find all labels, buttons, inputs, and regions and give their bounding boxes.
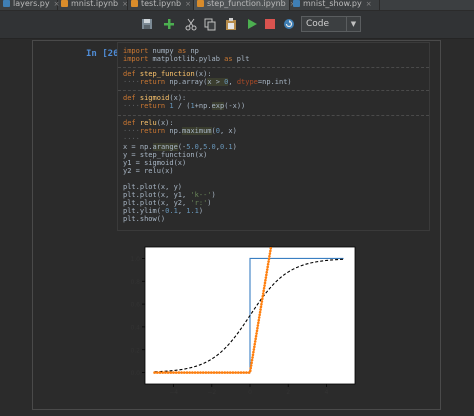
code-line: x = np.arange(-5.0,5.0,0.1) bbox=[123, 143, 237, 151]
editor-tab-bar: layers.py × mnist.ipynb × test.ipynb × step… bbox=[0, 0, 474, 11]
save-icon bbox=[142, 19, 152, 29]
code-line: def sigmoid(x): bbox=[123, 94, 187, 102]
save-button[interactable] bbox=[140, 17, 154, 31]
x-tick-label: 4 bbox=[324, 389, 328, 396]
notebook-file-icon bbox=[197, 0, 204, 7]
copy-icon bbox=[204, 18, 216, 31]
tab-label: mnist_show.py bbox=[303, 0, 362, 8]
notebook-file-icon bbox=[61, 0, 68, 7]
code-line: plt.ylim(-0.1, 1.1) bbox=[123, 207, 204, 215]
x-tick-label: 0 bbox=[248, 389, 252, 396]
tab-mnist-show-py[interactable]: mnist_show.py × bbox=[290, 0, 380, 10]
chevron-down-icon[interactable]: ▼ bbox=[346, 17, 360, 31]
y-tick-label: 0.8 bbox=[130, 279, 140, 286]
cut-icon bbox=[185, 18, 197, 31]
code-editor[interactable]: import numpy as np import matplotlib.pyl… bbox=[117, 42, 430, 231]
tab-layers-py[interactable]: layers.py × bbox=[0, 0, 59, 10]
code-line: ···· bbox=[123, 135, 140, 143]
add-cell-icon bbox=[164, 19, 174, 29]
y-tick-label: 0.6 bbox=[130, 302, 140, 309]
restart-icon bbox=[284, 19, 294, 29]
copy-button[interactable] bbox=[203, 17, 217, 31]
add-cell-button[interactable] bbox=[162, 17, 176, 31]
output-plot: 0.0 0.2 0.4 0.6 0.8 1.0 −4 −2 0 2 4 bbox=[125, 244, 365, 404]
code-line: y = step_function(x) bbox=[123, 151, 208, 159]
code-line: plt.plot(x, y2, 'r:') bbox=[123, 199, 212, 207]
tab-label: step_function.ipynb bbox=[207, 0, 286, 8]
y-tick-label: 0.2 bbox=[130, 347, 140, 354]
restart-kernel-button[interactable] bbox=[282, 17, 296, 31]
code-separator bbox=[118, 90, 429, 91]
x-tick-label: 2 bbox=[286, 389, 290, 396]
cell-type-value: Code bbox=[306, 19, 330, 29]
stop-kernel-button[interactable] bbox=[263, 17, 277, 31]
run-cell-button[interactable] bbox=[245, 17, 259, 31]
close-icon[interactable]: × bbox=[366, 0, 372, 8]
code-line: ····return np.maximum(0, x) bbox=[123, 127, 237, 135]
paste-button[interactable] bbox=[224, 17, 238, 31]
tab-step-function-ipynb[interactable]: step_function.ipynb× bbox=[194, 0, 296, 10]
close-icon[interactable]: × bbox=[185, 0, 191, 8]
tab-mnist-ipynb[interactable]: mnist.ipynb × bbox=[58, 0, 128, 10]
code-line: plt.plot(x, y1, 'k--') bbox=[123, 191, 216, 199]
code-line: ····return 1 / (1+np.exp(-x)) bbox=[123, 102, 246, 110]
code-line: plt.show() bbox=[123, 215, 166, 223]
tab-test-ipynb[interactable]: test.ipynb × bbox=[128, 0, 194, 10]
code-line: import matplotlib.pylab as plt bbox=[123, 55, 250, 63]
y-tick-label: 0.4 bbox=[130, 324, 140, 331]
notebook-toolbar: Code ▼ bbox=[0, 11, 474, 39]
notebook-file-icon bbox=[131, 0, 138, 7]
y-tick-label: 0.0 bbox=[130, 370, 140, 377]
stop-icon bbox=[265, 19, 275, 29]
tab-label: test.ipynb bbox=[141, 0, 182, 8]
cut-button[interactable] bbox=[184, 17, 198, 31]
cell-type-select[interactable]: Code ▼ bbox=[301, 16, 361, 32]
python-file-icon bbox=[3, 0, 10, 7]
code-line: y1 = sigmoid(x) bbox=[123, 159, 187, 167]
run-icon bbox=[248, 19, 257, 29]
python-file-icon bbox=[293, 0, 300, 7]
paste-icon bbox=[226, 18, 236, 30]
code-line: def relu(x): bbox=[123, 119, 174, 127]
y-tick-label: 1.0 bbox=[130, 256, 140, 263]
code-line: plt.plot(x, y) bbox=[123, 183, 183, 191]
code-line: y2 = relu(x) bbox=[123, 167, 174, 175]
tab-label: mnist.ipynb bbox=[71, 0, 119, 8]
code-separator bbox=[118, 115, 429, 116]
x-tick-label: −2 bbox=[207, 389, 216, 396]
code-line: def step_function(x): bbox=[123, 70, 212, 78]
code-separator bbox=[118, 67, 429, 68]
code-line: ····return np.array(x > 0, dtype=np.int) bbox=[123, 78, 292, 86]
notebook-area: In [26]: import numpy as np import matpl… bbox=[0, 39, 474, 416]
tab-label: layers.py bbox=[13, 0, 50, 8]
x-tick-label: −4 bbox=[169, 389, 178, 396]
code-line: import numpy as np bbox=[123, 47, 199, 55]
